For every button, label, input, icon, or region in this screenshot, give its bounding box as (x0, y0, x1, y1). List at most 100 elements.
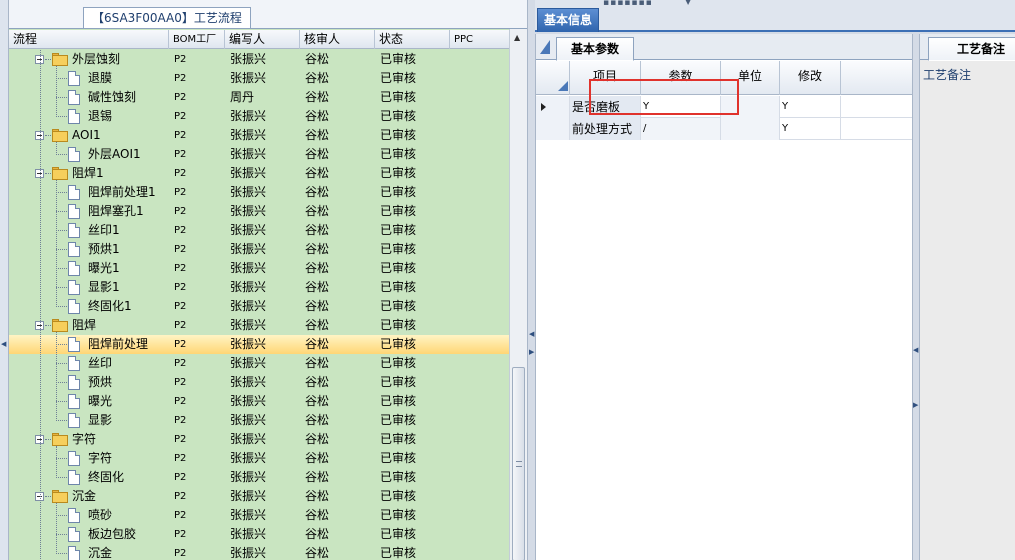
tree-row[interactable]: 阻焊前处理1 P2 张振兴 谷松 已审核 (9, 183, 509, 202)
tree-row[interactable]: 外层AOI1 P2 张振兴 谷松 已审核 (9, 145, 509, 164)
column-header-reviewer[interactable]: 核审人 (300, 30, 375, 49)
tree-row[interactable]: 喷砂 P2 张振兴 谷松 已审核 (9, 506, 509, 525)
tree-folder-row[interactable]: 阻焊1 P2 张振兴 谷松 已审核 (9, 164, 509, 183)
subtab-bar: 基本参数 (536, 34, 913, 61)
tree-folder-row[interactable]: 阻焊 P2 张振兴 谷松 已审核 (9, 316, 509, 335)
tree-connector (56, 458, 67, 459)
column-header-modify[interactable]: 修改 (780, 61, 841, 95)
tree-row[interactable]: 退锡 P2 张振兴 谷松 已审核 (9, 107, 509, 126)
row-header[interactable] (536, 118, 570, 140)
tree-connector (56, 503, 57, 554)
grid-corner[interactable] (536, 61, 570, 95)
tab-process-notes[interactable]: 工艺备注 (928, 37, 1015, 61)
tree-cell-writer: 张振兴 (230, 280, 267, 294)
tree-row[interactable]: 碱性蚀刻 P2 周丹 谷松 已审核 (9, 88, 509, 107)
tree-connector (56, 249, 67, 250)
tree-row[interactable]: 曝光1 P2 张振兴 谷松 已审核 (9, 259, 509, 278)
column-header-process[interactable]: 流程 (9, 30, 169, 49)
tree-row[interactable]: 丝印1 P2 张振兴 谷松 已审核 (9, 221, 509, 240)
tree-cell-reviewer: 谷松 (305, 71, 330, 85)
tree-cell-reviewer: 谷松 (305, 204, 330, 218)
middle-splitter[interactable]: ◀ ▶ (527, 0, 535, 560)
tree-cell-writer: 张振兴 (230, 394, 267, 408)
tree-connector (45, 59, 51, 60)
collapse-grip-icon[interactable]: ▪▪▪▪▪▪▪ (603, 0, 653, 8)
params-row[interactable]: 前处理方式 / Y (536, 118, 912, 140)
tree-cell-bom: P2 (174, 377, 187, 388)
tree-row[interactable]: 板边包胶 P2 张振兴 谷松 已审核 (9, 525, 509, 544)
tree-connector (56, 477, 67, 478)
tab-basic-info[interactable]: 基本信息 (537, 8, 600, 32)
tab-basic-params[interactable]: 基本参数 (556, 37, 635, 61)
collapse-left-icon[interactable]: ◀ (1, 340, 6, 348)
tree-cell-reviewer: 谷松 (305, 223, 330, 237)
tree-cell-writer: 张振兴 (230, 527, 267, 541)
params-cell-modify[interactable]: Y (780, 96, 841, 118)
tree-cell-writer: 张振兴 (230, 489, 267, 503)
right-splitter[interactable]: ◀ ▶ (912, 34, 919, 560)
tree-row[interactable]: 终固化 P2 张振兴 谷松 已审核 (9, 468, 509, 487)
column-header-status[interactable]: 状态 (375, 30, 450, 49)
scrollbar-thumb[interactable] (512, 367, 525, 560)
tree-folder-row[interactable]: 沉金 P2 张振兴 谷松 已审核 (9, 487, 509, 506)
params-cell-modify[interactable]: Y (780, 118, 841, 140)
tree-scrollbar[interactable]: ▲ (509, 29, 527, 560)
tree-cell-name: 预烘 (88, 375, 113, 389)
collapse-up-icon[interactable]: ▼ (685, 0, 691, 6)
scroll-up-icon[interactable]: ▲ (514, 33, 520, 42)
tree-row[interactable]: 退膜 P2 张振兴 谷松 已审核 (9, 69, 509, 88)
document-icon (68, 109, 80, 124)
tree-row[interactable]: 终固化1 P2 张振兴 谷松 已审核 (9, 297, 509, 316)
tree-folder-row[interactable]: 字符 P2 张振兴 谷松 已审核 (9, 430, 509, 449)
column-header-bom-factory[interactable]: BOM工厂 (169, 30, 225, 49)
tree-cell-reviewer: 谷松 (305, 356, 330, 370)
params-cell-unit[interactable] (721, 118, 780, 140)
notes-tab-bar: 工艺备注 (920, 34, 1015, 61)
tree-cell-status: 已审核 (380, 147, 417, 161)
tree-row[interactable]: 字符 P2 张振兴 谷松 已审核 (9, 449, 509, 468)
tab-process-flow[interactable]: 【6SA3F00AA0】工艺流程 (83, 7, 251, 28)
row-header[interactable] (536, 96, 570, 118)
tree-row[interactable]: 丝印 P2 张振兴 谷松 已审核 (9, 354, 509, 373)
tree-cell-name: 阻焊塞孔1 (88, 204, 144, 218)
column-header-writer[interactable]: 编写人 (225, 30, 300, 49)
params-cell-param[interactable]: / (641, 118, 721, 140)
tree-cell-writer: 张振兴 (230, 204, 267, 218)
params-cell-empty (841, 96, 912, 118)
tree-row[interactable]: 显影1 P2 张振兴 谷松 已审核 (9, 278, 509, 297)
tree-connector (56, 382, 67, 383)
tree-folder-row[interactable]: AOI1 P2 张振兴 谷松 已审核 (9, 126, 509, 145)
tree-connector (56, 515, 67, 516)
tree-cell-reviewer: 谷松 (305, 432, 330, 446)
tree-connector (56, 192, 67, 193)
tree-cell-status: 已审核 (380, 356, 417, 370)
process-notes-area[interactable] (920, 84, 1015, 560)
params-cell-item[interactable]: 前处理方式 (570, 118, 641, 140)
tree-cell-name: 显影1 (88, 280, 120, 294)
tree-header: 流程 BOM工厂 编写人 核审人 状态 PPC (9, 30, 509, 49)
tree-cell-bom: P2 (174, 491, 187, 502)
tree-connector (56, 306, 67, 307)
tree-row[interactable]: 阻焊前处理 P2 张振兴 谷松 已审核 (9, 335, 509, 354)
tree-cell-reviewer: 谷松 (305, 128, 330, 142)
tree-cell-status: 已审核 (380, 261, 417, 275)
tree-cell-status: 已审核 (380, 223, 417, 237)
tree-row[interactable]: 沉金 P2 张振兴 谷松 已审核 (9, 544, 509, 560)
tree-cell-reviewer: 谷松 (305, 337, 330, 351)
tree-row[interactable]: 预烘 P2 张振兴 谷松 已审核 (9, 373, 509, 392)
tree-cell-writer: 张振兴 (230, 261, 267, 275)
tree-folder-row[interactable]: 外层蚀刻 P2 张振兴 谷松 已审核 (9, 50, 509, 69)
collapse-left-icon[interactable]: ◀ (529, 330, 534, 338)
tree-row[interactable]: 预烘1 P2 张振兴 谷松 已审核 (9, 240, 509, 259)
tree-cell-writer: 张振兴 (230, 242, 267, 256)
expand-right-icon[interactable]: ▶ (913, 401, 918, 409)
collapse-left-icon[interactable]: ◀ (913, 346, 918, 354)
tree-row[interactable]: 阻焊塞孔1 P2 张振兴 谷松 已审核 (9, 202, 509, 221)
left-collapse-bar[interactable]: ◀ (0, 0, 9, 560)
tree-cell-bom: P2 (174, 73, 187, 84)
column-header-ppc[interactable]: PPC (450, 30, 509, 49)
expand-right-icon[interactable]: ▶ (529, 348, 534, 356)
tree-row[interactable]: 曝光 P2 张振兴 谷松 已审核 (9, 392, 509, 411)
tree-cell-name: 退锡 (88, 109, 113, 123)
tree-row[interactable]: 显影 P2 张振兴 谷松 已审核 (9, 411, 509, 430)
